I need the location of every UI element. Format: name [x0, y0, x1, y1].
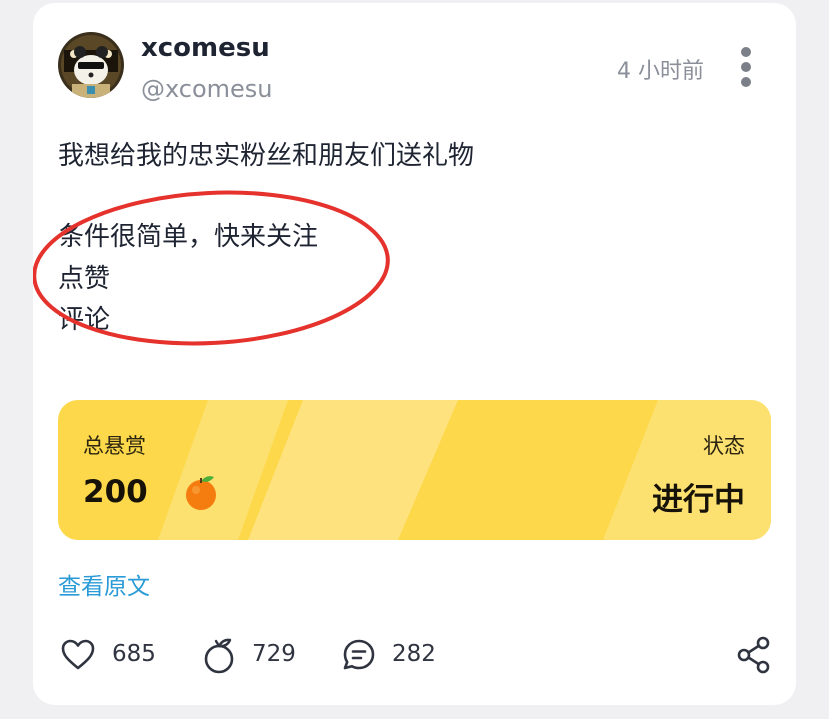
comment-count: 282	[392, 641, 436, 667]
post-body-line: 条件很简单，快来关注	[58, 222, 319, 252]
comment-button[interactable]: 282	[341, 633, 451, 677]
orange-icon	[183, 472, 219, 512]
view-original-link[interactable]: 查看原文	[58, 567, 150, 601]
orange-outline-icon	[204, 638, 234, 674]
bounty-background-stripes	[158, 400, 771, 540]
comment-icon	[343, 639, 375, 670]
post-timestamp: 4 小时前	[617, 59, 704, 84]
status-value: 进行中	[652, 482, 745, 518]
avatar[interactable]	[58, 32, 124, 98]
author-handle[interactable]: @xcomesu	[141, 75, 273, 103]
share-icon	[737, 636, 770, 674]
bounty-card[interactable]: 总悬赏 200 状态 进行中	[58, 400, 771, 540]
orange-count: 729	[252, 641, 296, 667]
post-body-line: 点赞	[58, 264, 111, 294]
like-count: 685	[112, 641, 156, 667]
orange-reward-button[interactable]: 729	[201, 633, 311, 677]
author-name[interactable]: xcomesu	[141, 33, 270, 63]
total-bounty-label: 总悬赏	[83, 434, 146, 458]
heart-icon	[61, 639, 95, 670]
total-bounty-amount: 200	[83, 474, 148, 510]
like-button[interactable]: 685	[60, 633, 170, 677]
share-button[interactable]	[736, 635, 772, 675]
status-label: 状态	[703, 434, 745, 458]
post-card: xcomesu @xcomesu 4 小时前 我想给我的忠实粉丝和朋友们送礼物 …	[33, 3, 796, 705]
post-body-line: 评论	[58, 305, 111, 335]
post-body-line: 我想给我的忠实粉丝和朋友们送礼物	[58, 141, 475, 171]
more-options-icon[interactable]	[735, 45, 757, 89]
